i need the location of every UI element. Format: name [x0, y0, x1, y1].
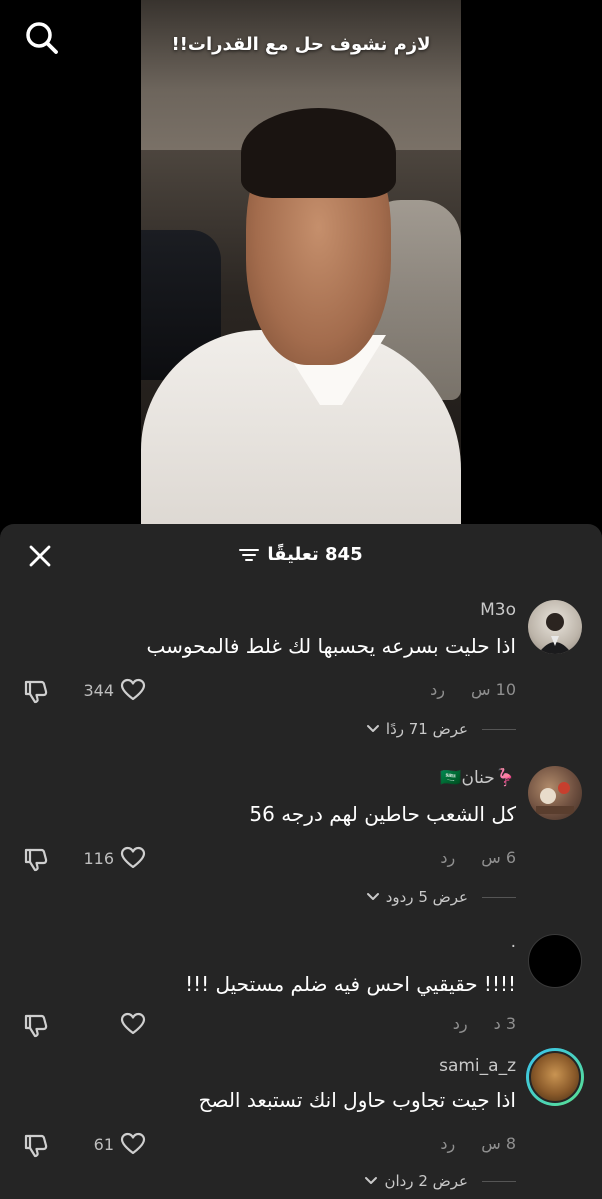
reply-button[interactable]: رد	[453, 1014, 468, 1033]
search-button[interactable]	[22, 18, 62, 58]
comment-text: اذا حليت بسرعه يحسبها لك غلط فالمحوسب	[146, 634, 516, 658]
comment-item: sami_a_z اذا جيت تجاوب حاول انك تستبعد ا…	[0, 1048, 602, 1198]
video-person-hair	[241, 108, 396, 198]
comments-header: 845 تعليقًا	[0, 524, 602, 590]
filter-icon	[239, 548, 260, 561]
comment-meta: 6 س رد	[440, 848, 516, 867]
comment-item: . !!!! حقيقيي احس فيه ضلم مستحيل !!! 3 د…	[0, 932, 602, 1052]
heart-icon[interactable]	[120, 1132, 146, 1156]
avatar[interactable]	[528, 934, 582, 988]
comment-time: 10 س	[471, 680, 516, 699]
video-frame[interactable]	[141, 0, 461, 540]
comment-meta: 3 د رد	[453, 1014, 516, 1033]
chevron-down-icon	[366, 725, 379, 732]
comment-meta: 10 س رد	[430, 680, 516, 699]
like-count: 61	[93, 1134, 114, 1154]
view-replies-label: عرض 5 ردود	[385, 888, 468, 906]
comment-item: 🦩حنان🇸🇦 كل الشعب حاطين لهم درجه 56 6 س ر…	[0, 764, 602, 944]
thumbs-down-icon	[24, 1014, 48, 1038]
comment-time: 8 س	[481, 1134, 516, 1153]
like-count: 344	[83, 680, 114, 700]
replies-divider	[482, 1180, 516, 1182]
comment-text: !!!! حقيقيي احس فيه ضلم مستحيل !!!	[185, 972, 516, 996]
comment-username[interactable]: sami_a_z	[439, 1056, 516, 1076]
heart-icon[interactable]	[120, 846, 146, 870]
view-replies-button[interactable]: عرض 71 ردًا	[366, 720, 516, 738]
reply-button[interactable]: رد	[440, 1134, 455, 1153]
replies-divider	[482, 896, 516, 898]
dislike-button[interactable]	[22, 1132, 50, 1160]
avatar[interactable]	[528, 600, 582, 654]
like-group[interactable]	[74, 1012, 146, 1036]
comment-username[interactable]: .	[511, 932, 516, 952]
like-group[interactable]: 61	[74, 1132, 146, 1156]
heart-icon[interactable]	[120, 678, 146, 702]
search-icon	[26, 22, 58, 54]
replies-divider	[482, 728, 516, 730]
avatar-image	[529, 1051, 581, 1103]
like-group[interactable]: 116	[74, 846, 146, 870]
view-replies-label: عرض 71 ردًا	[385, 720, 468, 738]
video-caption: لازم نشوف حل مع القدرات!!	[171, 34, 431, 55]
comment-username[interactable]: M3o	[480, 600, 516, 620]
chevron-down-icon	[365, 1177, 378, 1184]
comment-username[interactable]: 🦩حنان🇸🇦	[440, 768, 516, 788]
video-player[interactable]: لازم نشوف حل مع القدرات!!	[0, 0, 602, 540]
heart-icon[interactable]	[120, 1012, 146, 1036]
thumbs-down-icon	[24, 1134, 48, 1158]
avatar-image	[538, 613, 572, 654]
comment-text: كل الشعب حاطين لهم درجه 56	[249, 802, 516, 826]
view-replies-button[interactable]: عرض 5 ردود	[366, 888, 516, 906]
view-replies-label: عرض 2 ردان	[384, 1172, 468, 1190]
reply-button[interactable]: رد	[440, 848, 455, 867]
thumbs-down-icon	[24, 680, 48, 704]
chevron-down-icon	[366, 893, 379, 900]
comments-count-title[interactable]: 845 تعليقًا	[0, 544, 602, 565]
comment-meta: 8 س رد	[440, 1134, 516, 1153]
dislike-button[interactable]	[22, 678, 50, 706]
comments-count-label: 845 تعليقًا	[267, 544, 363, 565]
comment-time: 6 س	[481, 848, 516, 867]
dislike-button[interactable]	[22, 1012, 50, 1040]
avatar[interactable]	[526, 1048, 584, 1106]
comment-time: 3 د	[493, 1014, 516, 1033]
reply-button[interactable]: رد	[430, 680, 445, 699]
comment-item: M3o اذا حليت بسرعه يحسبها لك غلط فالمحوس…	[0, 596, 602, 776]
like-count: 116	[83, 848, 114, 868]
like-group[interactable]: 344	[74, 678, 146, 702]
view-replies-button[interactable]: عرض 2 ردان	[364, 1172, 516, 1190]
thumbs-down-icon	[24, 848, 48, 872]
avatar[interactable]	[528, 766, 582, 820]
comments-sheet: 845 تعليقًا M3o اذا حليت بسرعه يحسبها لك…	[0, 524, 602, 1199]
comment-text: اذا جيت تجاوب حاول انك تستبعد الصح	[198, 1088, 516, 1112]
avatar-image	[536, 782, 574, 814]
dislike-button[interactable]	[22, 846, 50, 874]
